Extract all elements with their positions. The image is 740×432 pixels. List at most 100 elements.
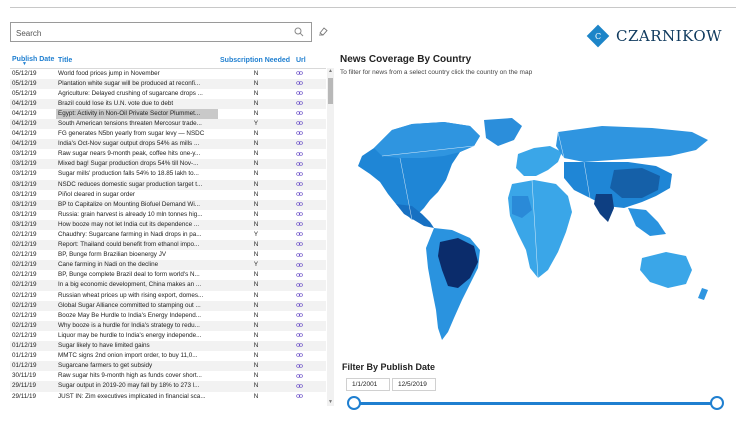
table-row[interactable]: 02/12/19 Cane farming in Nadi on the decl… — [10, 260, 326, 271]
cell-url[interactable] — [294, 311, 326, 321]
table-row[interactable]: 02/12/19 Why booze is a hurdle for India'… — [10, 320, 326, 331]
start-date-input[interactable]: 1/1/2001 — [346, 378, 390, 391]
table-row[interactable]: 02/12/19 Russian wheat prices up with ris… — [10, 291, 326, 301]
table-row[interactable]: 05/12/19 World food prices jump in Novemb… — [10, 68, 326, 79]
link-icon[interactable] — [296, 252, 303, 257]
cell-url[interactable] — [294, 351, 326, 361]
cell-url[interactable] — [294, 250, 326, 260]
link-icon[interactable] — [296, 363, 303, 368]
cell-url[interactable] — [294, 371, 326, 381]
table-row[interactable]: 03/12/19 NSDC reduces domestic sugar prod… — [10, 179, 326, 190]
col-publish-date[interactable]: Publish Date ▼ — [10, 54, 56, 68]
cell-title[interactable]: Egypt: Activity in Non-Oil Private Secto… — [56, 108, 218, 119]
eraser-icon[interactable] — [318, 26, 328, 36]
cell-url[interactable] — [294, 139, 326, 150]
table-row[interactable]: 03/12/19 Sugar mills' production falls 54… — [10, 169, 326, 179]
cell-title[interactable]: World food prices jump in November — [56, 68, 218, 79]
cell-url[interactable] — [294, 169, 326, 179]
cell-url[interactable] — [294, 109, 326, 119]
table-row[interactable]: 03/12/19 Piñol cleared in sugar order N — [10, 190, 326, 200]
link-icon[interactable] — [296, 394, 303, 398]
table-row[interactable]: 04/12/19 FG generates N5bn yearly from su… — [10, 129, 326, 139]
news-table[interactable]: Publish Date ▼ Title Subscription Needed… — [10, 54, 336, 410]
cell-title[interactable]: Piñol cleared in sugar order — [56, 190, 218, 200]
link-icon[interactable] — [296, 333, 303, 337]
link-icon[interactable] — [296, 131, 303, 136]
cell-url[interactable] — [294, 270, 326, 280]
link-icon[interactable] — [296, 303, 303, 307]
link-icon[interactable] — [296, 212, 303, 216]
table-row[interactable]: 02/12/19 Chaudhry: Sugarcane farming in N… — [10, 230, 326, 240]
cell-url[interactable] — [294, 190, 326, 200]
cell-url[interactable] — [294, 392, 326, 402]
link-icon[interactable] — [296, 232, 303, 236]
map-region-southeast-asia[interactable] — [628, 208, 666, 236]
col-subscription-needed[interactable]: Subscription Needed — [218, 54, 294, 68]
cell-url[interactable] — [294, 159, 326, 170]
map-region-africa[interactable] — [508, 180, 572, 278]
cell-title[interactable]: Brazil could lose its U.N. vote due to d… — [56, 98, 218, 109]
link-icon[interactable] — [296, 384, 303, 388]
link-icon[interactable] — [296, 81, 303, 85]
world-map[interactable] — [352, 118, 720, 348]
cell-url[interactable] — [294, 291, 326, 301]
cell-title[interactable]: BP, Bunge form Brazilian bioenergy JV — [56, 250, 218, 260]
col-url[interactable]: Url — [294, 54, 326, 68]
table-row[interactable]: 04/12/19 Brazil could lose its U.N. vote … — [10, 98, 326, 109]
table-row[interactable]: 30/11/19 Raw sugar hits 9-month high as f… — [10, 371, 326, 381]
link-icon[interactable] — [296, 374, 303, 378]
cell-title[interactable]: Sugar mills' production falls 54% to 18.… — [56, 169, 218, 179]
cell-url[interactable] — [294, 361, 326, 372]
link-icon[interactable] — [296, 141, 303, 146]
link-icon[interactable] — [296, 101, 303, 105]
cell-title[interactable]: Sugarcane farmers to get subsidy — [56, 361, 218, 372]
table-row[interactable]: 29/11/19 JUST IN: Zim executives implicat… — [10, 392, 326, 402]
table-row[interactable]: 05/12/19 Agriculture: Delayed crushing of… — [10, 89, 326, 99]
cell-url[interactable] — [294, 320, 326, 331]
link-icon[interactable] — [296, 121, 303, 125]
link-icon[interactable] — [296, 293, 303, 297]
link-icon[interactable] — [296, 353, 303, 358]
link-icon[interactable] — [296, 273, 303, 277]
table-row[interactable]: 03/12/19 Raw sugar nears 9-month peak, co… — [10, 149, 326, 159]
table-row[interactable]: 01/12/19 MMTC signs 2nd onion import orde… — [10, 351, 326, 361]
cell-title[interactable]: NSDC reduces domestic sugar production t… — [56, 179, 218, 190]
cell-title[interactable]: In a big economic development, China mak… — [56, 280, 218, 291]
cell-title[interactable]: FG generates N5bn yearly from sugar levy… — [56, 129, 218, 139]
link-icon[interactable] — [296, 172, 303, 176]
link-icon[interactable] — [296, 323, 303, 327]
cell-title[interactable]: Booze May Be Hurdle to India's Energy In… — [56, 311, 218, 321]
cell-url[interactable] — [294, 210, 326, 220]
link-icon[interactable] — [296, 192, 303, 196]
cell-url[interactable] — [294, 341, 326, 352]
cell-url[interactable] — [294, 199, 326, 210]
map-region-europe[interactable] — [516, 146, 562, 176]
date-slider-start-handle[interactable] — [347, 396, 361, 410]
date-slider-end-handle[interactable] — [710, 396, 724, 410]
map-region-australia[interactable] — [640, 252, 692, 288]
cell-title[interactable]: Mixed bag! Sugar production drops 54% ti… — [56, 159, 218, 170]
cell-url[interactable] — [294, 260, 326, 271]
link-icon[interactable] — [296, 162, 303, 166]
table-row[interactable]: 03/12/19 Mixed bag! Sugar production drop… — [10, 159, 326, 170]
link-icon[interactable] — [296, 242, 303, 247]
cell-url[interactable] — [294, 230, 326, 240]
cell-url[interactable] — [294, 240, 326, 251]
cell-title[interactable]: Report: Thailand could benefit from etha… — [56, 240, 218, 251]
cell-title[interactable]: Why booze is a hurdle for India's strate… — [56, 320, 218, 331]
map-region-greenland[interactable] — [484, 118, 522, 146]
cell-title[interactable]: Chaudhry: Sugarcane farming in Nadi drop… — [56, 230, 218, 240]
end-date-input[interactable]: 12/5/2019 — [392, 378, 436, 391]
link-icon[interactable] — [296, 111, 303, 115]
cell-url[interactable] — [294, 280, 326, 291]
scroll-up-icon[interactable]: ▲ — [327, 68, 334, 75]
table-row[interactable]: 02/12/19 In a big economic development, C… — [10, 280, 326, 291]
table-row[interactable]: 02/12/19 BP, Bunge form Brazilian bioener… — [10, 250, 326, 260]
map-region-new-zealand[interactable] — [698, 288, 708, 300]
table-row[interactable]: 02/12/19 Global Sugar Alliance committed … — [10, 300, 326, 311]
table-row[interactable]: 02/12/19 Liquor may be hurdle to India's … — [10, 331, 326, 341]
table-row[interactable]: 04/12/19 Egypt: Activity in Non-Oil Priva… — [10, 108, 326, 119]
cell-title[interactable]: BP to Capitalize on Mounting Biofuel Dem… — [56, 199, 218, 210]
link-icon[interactable] — [296, 222, 303, 226]
cell-url[interactable] — [294, 68, 326, 79]
